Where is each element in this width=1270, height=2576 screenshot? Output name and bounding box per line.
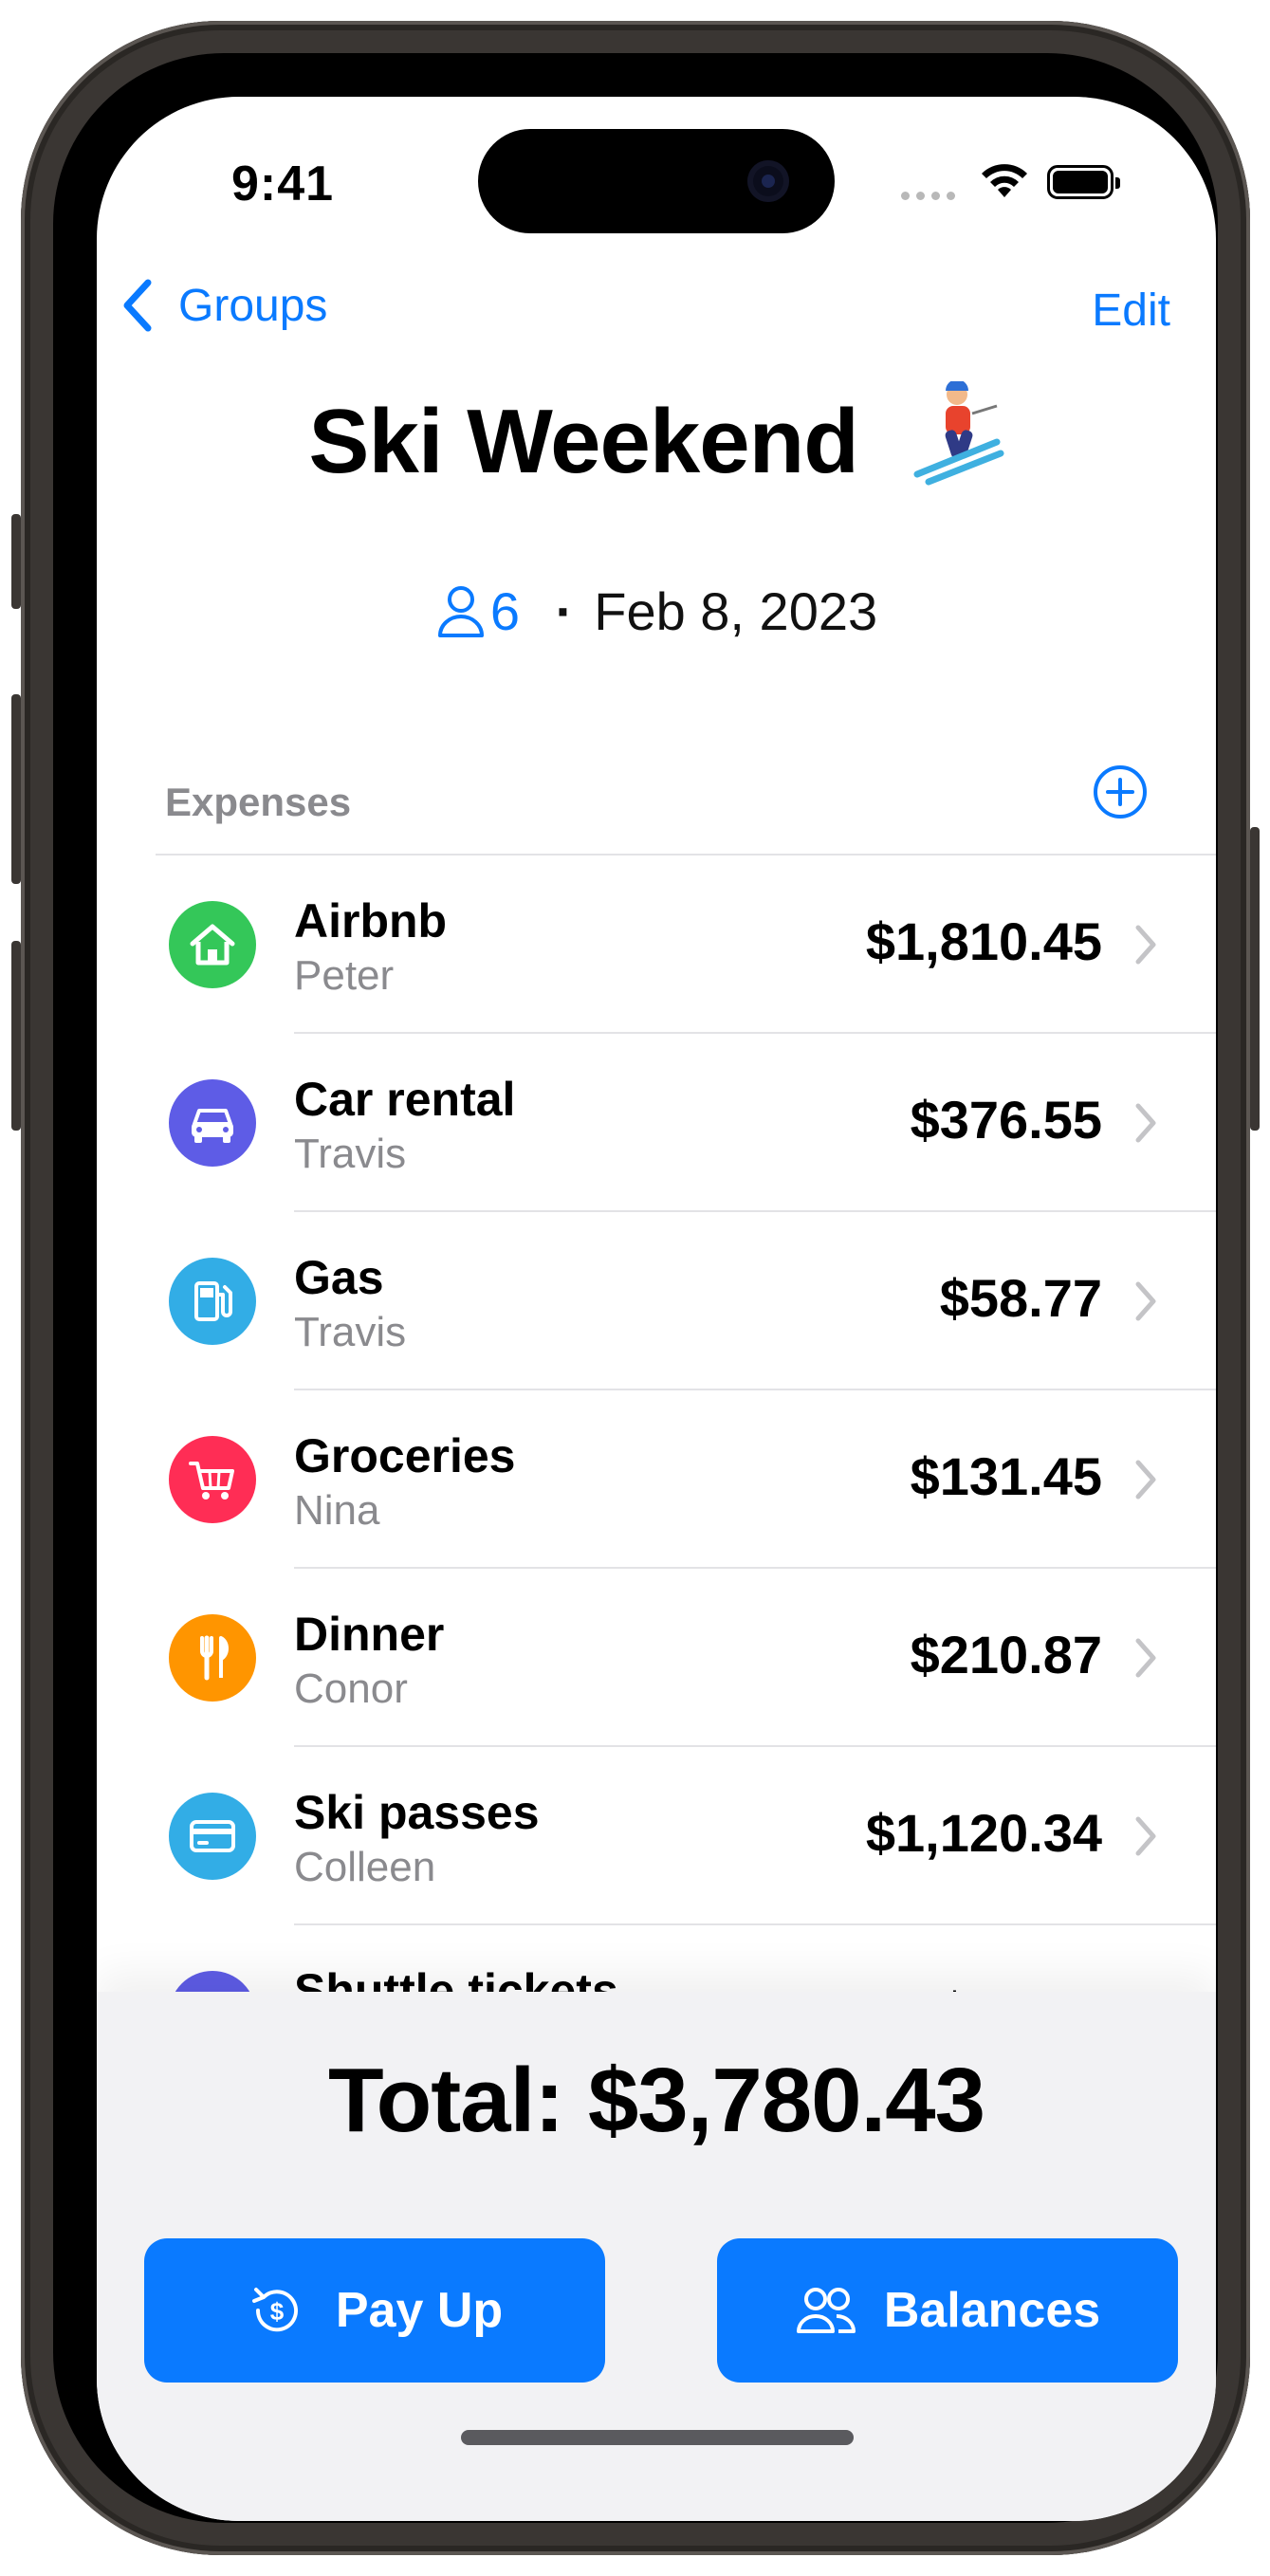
back-button[interactable]: Groups: [120, 277, 327, 334]
expense-row[interactable]: Groceries Nina $131.45: [97, 1390, 1216, 1569]
expense-amount: $1,120.34: [865, 1803, 1102, 1863]
expense-row[interactable]: Dinner Conor $210.87: [97, 1569, 1216, 1747]
house-icon: [169, 901, 256, 988]
expense-name: Groceries: [294, 1429, 516, 1482]
separator-dot: ·: [555, 581, 574, 641]
expense-name: Gas: [294, 1251, 384, 1304]
cart-icon: [169, 1436, 256, 1523]
expense-amount: $131.45: [910, 1446, 1102, 1506]
page-title: Ski Weekend: [97, 381, 1216, 494]
people-icon: [796, 2288, 856, 2333]
expense-amount: $58.77: [939, 1268, 1102, 1328]
group-date: Feb 8, 2023: [594, 581, 878, 641]
expense-amount: $376.55: [910, 1090, 1102, 1150]
dynamic-island: [478, 129, 835, 233]
chevron-right-icon: [1135, 1460, 1156, 1500]
expense-name: Ski passes: [294, 1786, 540, 1839]
expense-payer: Travis: [294, 1131, 407, 1177]
expense-payer: Nina: [294, 1487, 380, 1534]
car-icon: [169, 1079, 256, 1167]
pay-up-label: Pay Up: [335, 2283, 504, 2338]
power-button: [1250, 827, 1260, 1131]
action-button: [11, 514, 21, 609]
group-title: Ski Weekend: [308, 391, 858, 492]
fork-knife-icon: [169, 1614, 256, 1702]
balances-label: Balances: [883, 2283, 1101, 2338]
expense-amount: $210.87: [910, 1625, 1102, 1684]
fuel-pump-icon: [169, 1258, 256, 1345]
expenses-header: Expenses: [165, 780, 352, 824]
group-meta: 6 · Feb 8, 2023: [97, 580, 1216, 642]
home-indicator[interactable]: [461, 2430, 854, 2445]
edit-button[interactable]: Edit: [1092, 285, 1170, 337]
skier-icon: [913, 381, 1004, 486]
balances-button[interactable]: Balances: [717, 2238, 1178, 2383]
volume-down-button: [11, 941, 21, 1131]
expense-name: Dinner: [294, 1608, 445, 1661]
expense-payer: Colleen: [294, 1844, 436, 1890]
chevron-right-icon: [1135, 1281, 1156, 1321]
chevron-right-icon: [1135, 1816, 1156, 1856]
pay-up-button[interactable]: $ Pay Up: [144, 2238, 605, 2383]
summary-footer: Total: $3,780.43 $ Pay Up Balances: [97, 1992, 1216, 2521]
status-time: 9:41: [231, 156, 335, 212]
screen: 9:41 Groups Edit Ski Weekend 6 · Feb 8, …: [97, 97, 1216, 2521]
phone-frame: 9:41 Groups Edit Ski Weekend 6 · Feb 8, …: [11, 21, 1260, 2555]
chevron-left-icon: [123, 279, 152, 332]
wifi-icon: [982, 164, 1027, 197]
camera-icon: [747, 160, 789, 202]
chevron-right-icon: [1135, 1103, 1156, 1143]
member-count-button[interactable]: 6: [435, 581, 535, 641]
dollar-refresh-icon: $: [251, 2288, 298, 2332]
chevron-right-icon: [1135, 925, 1156, 965]
battery-icon: [1047, 165, 1120, 199]
expense-payer: Conor: [294, 1665, 408, 1712]
expense-row[interactable]: Car rental Travis $376.55: [97, 1034, 1216, 1212]
expense-list: Airbnb Peter $1,810.45 Car rental Travis…: [97, 856, 1216, 2104]
expense-name: Car rental: [294, 1073, 516, 1126]
total-amount: Total: $3,780.43: [328, 2050, 985, 2151]
expense-name: Airbnb: [294, 894, 448, 948]
expense-amount: $1,810.45: [865, 911, 1102, 971]
volume-up-button: [11, 694, 21, 884]
expense-row[interactable]: Ski passes Colleen $1,120.34: [97, 1747, 1216, 1925]
svg-text:$: $: [270, 2297, 285, 2326]
chevron-right-icon: [1135, 1638, 1156, 1678]
expense-row[interactable]: Gas Travis $58.77: [97, 1212, 1216, 1390]
expense-payer: Peter: [294, 952, 395, 999]
expense-row[interactable]: Airbnb Peter $1,810.45: [97, 856, 1216, 1034]
add-expense-button[interactable]: [1093, 764, 1148, 819]
back-label: Groups: [178, 280, 328, 331]
credit-card-icon: [169, 1793, 256, 1880]
member-count: 6: [489, 581, 521, 641]
person-icon: [437, 586, 484, 637]
expense-payer: Travis: [294, 1309, 407, 1355]
